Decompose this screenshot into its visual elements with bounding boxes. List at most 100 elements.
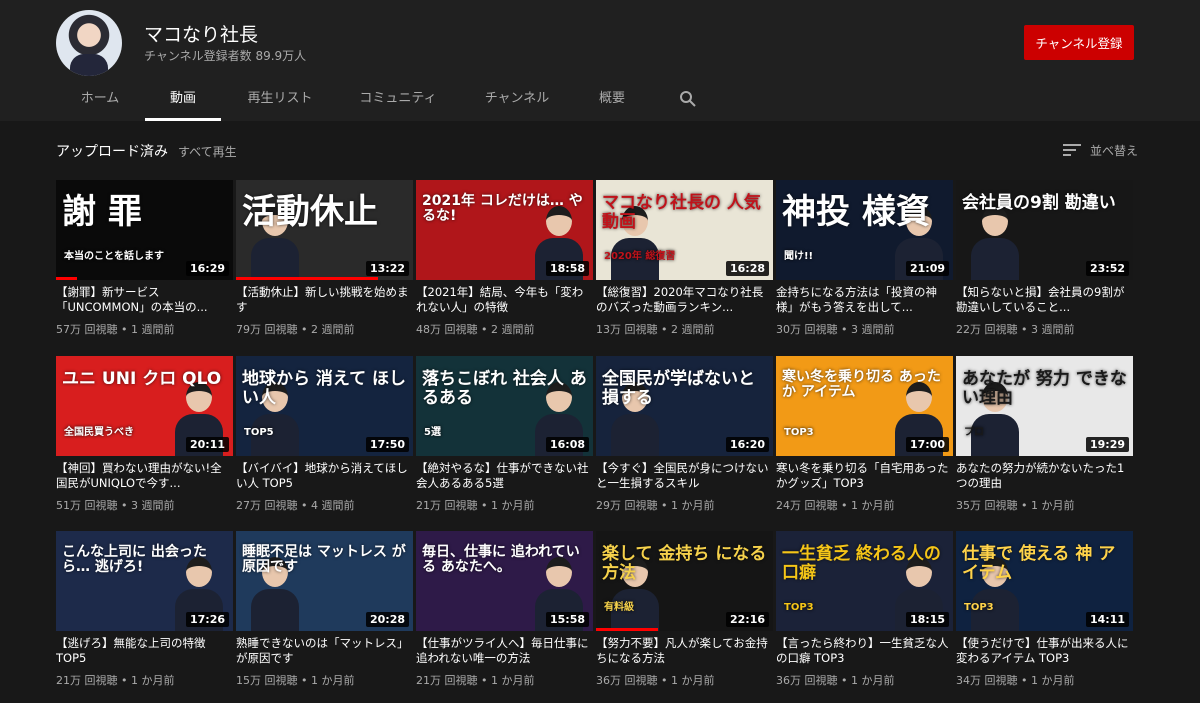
tab-community[interactable]: コミュニティ xyxy=(350,80,446,121)
upload-age: 1 か月前 xyxy=(130,674,175,687)
video-thumbnail[interactable]: 落ちこぼれ 社会人 あるある 5選 16:08 xyxy=(416,356,593,456)
video-metadata: 51万 回視聴 • 3 週間前 xyxy=(56,497,174,513)
video-card[interactable]: マコなり社長の 人気動画 2020年 総復習 16:28 【総復習】2020年マコなり… xyxy=(596,180,773,345)
subscribe-button[interactable]: チャンネル登録 xyxy=(1024,25,1134,60)
video-metadata: 57万 回視聴 • 1 週間前 xyxy=(56,321,174,337)
video-thumbnail[interactable]: 仕事で 使える 神 アイテム TOP3 14:11 xyxy=(956,531,1133,631)
thumbnail-headline: 毎日、仕事に 追われている あなたへ。 xyxy=(422,544,580,576)
video-thumbnail[interactable]: 全国民が学ばないと 損する 16:20 xyxy=(596,356,773,456)
video-title[interactable]: 【謝罪】新サービス「UNCOMMON」の本当の... xyxy=(56,285,233,315)
video-card[interactable]: 地球から 消えて ほしい人 TOP5 17:50 【バイバイ】地球から消えてほしい人 … xyxy=(236,356,413,521)
meta-separator: • xyxy=(657,674,671,687)
video-duration: 22:16 xyxy=(725,612,769,627)
video-title[interactable]: 【逃げろ】無能な上司の特徴TOP5 xyxy=(56,636,233,666)
video-card[interactable]: こんな上司に 出会ったら… 逃げろ! 17:26 【逃げろ】無能な上司の特徴TOP5… xyxy=(56,531,233,696)
video-card[interactable]: 謝 罪本当のことを話します 16:29 【謝罪】新サービス「UNCOMMON」の本当… xyxy=(56,180,233,345)
video-thumbnail[interactable]: 謝 罪本当のことを話します 16:29 xyxy=(56,180,233,280)
video-title[interactable]: 【総復習】2020年マコなり社長のバズった動画ランキン... xyxy=(596,285,773,315)
video-card[interactable]: 仕事で 使える 神 アイテム TOP3 14:11 【使うだけで】仕事が出来る人に変わ… xyxy=(956,531,1133,696)
video-card[interactable]: 一生貧乏 終わる人の 口癖 TOP3 18:15 【言ったら終わり】一生貧乏な人の口癖… xyxy=(776,531,953,696)
video-title[interactable]: 熟睡できないのは「マットレス」が原因です xyxy=(236,636,413,666)
video-thumbnail[interactable]: 毎日、仕事に 追われている あなたへ。 15:58 xyxy=(416,531,593,631)
video-metadata: 22万 回視聴 • 3 週間前 xyxy=(956,321,1074,337)
video-thumbnail[interactable]: 活動休止 13:22 xyxy=(236,180,413,280)
video-card[interactable]: 睡眠不足は マットレス が原因です 20:28 熟睡できないのは「マットレス」が原因… xyxy=(236,531,413,696)
upload-age: 1 か月前 xyxy=(310,674,355,687)
video-title[interactable]: あなたの努力が続かないたった1つの理由 xyxy=(956,461,1133,491)
video-title[interactable]: 【使うだけで】仕事が出来る人に変わるアイテム TOP3 xyxy=(956,636,1133,666)
video-title[interactable]: 【2021年】結局、今年も「変われない人」の特徴 xyxy=(416,285,593,315)
thumbnail-subtext: TOP3 xyxy=(784,602,814,613)
video-title[interactable]: 【言ったら終わり】一生貧乏な人の口癖 TOP3 xyxy=(776,636,953,666)
thumbnail-headline: 地球から 消えて ほしい人 xyxy=(242,369,406,408)
tab-videos[interactable]: 動画 xyxy=(145,80,221,121)
tab-home[interactable]: ホーム xyxy=(70,80,130,121)
channel-tabs: ホーム 動画 再生リスト コミュニティ チャンネル 概要 xyxy=(0,80,1200,121)
video-metadata: 24万 回視聴 • 1 か月前 xyxy=(776,497,894,513)
view-count: 21万 回視聴 xyxy=(56,674,118,687)
watch-progress-bar xyxy=(56,277,78,280)
video-duration: 17:26 xyxy=(185,612,229,627)
upload-age: 1 か月前 xyxy=(490,674,535,687)
video-card[interactable]: ユニ UNI クロ QLO 全国民買うべき 20:11 【神回】買わない理由がない!全… xyxy=(56,356,233,521)
video-metadata: 79万 回視聴 • 2 週間前 xyxy=(236,321,354,337)
shelf-title: アップロード済み xyxy=(56,144,168,160)
video-card[interactable]: 神投 様資 聞け!! 21:09 金持ちになる方法は「投資の神様」がもう答えを出して.… xyxy=(776,180,953,345)
video-thumbnail[interactable]: 神投 様資 聞け!! 21:09 xyxy=(776,180,953,280)
thumbnail-headline: 全国民が学ばないと 損する xyxy=(602,369,755,408)
video-title[interactable]: 【絶対やるな】仕事ができない社会人あるある5選 xyxy=(416,461,593,491)
video-card[interactable]: 活動休止 13:22 【活動休止】新しい挑戦を始めます 79万 回視聴 • 2 週間前 xyxy=(236,180,413,345)
thumbnail-subtext: 本当のことを話します xyxy=(64,251,164,262)
thumbnail-headline: 楽して 金持ち になる方法 xyxy=(602,544,767,583)
upload-age: 4 週間前 xyxy=(310,499,355,512)
video-title[interactable]: 金持ちになる方法は「投資の神様」がもう答えを出して... xyxy=(776,285,953,315)
video-card[interactable]: 2021年 コレだけは… やるな! 18:58 【2021年】結局、今年も「変われな… xyxy=(416,180,593,345)
video-thumbnail[interactable]: 2021年 コレだけは… やるな! 18:58 xyxy=(416,180,593,280)
video-thumbnail[interactable]: マコなり社長の 人気動画 2020年 総復習 16:28 xyxy=(596,180,773,280)
channel-avatar[interactable] xyxy=(56,10,122,76)
play-all-link[interactable]: すべて再生 xyxy=(178,143,237,160)
video-thumbnail[interactable]: 地球から 消えて ほしい人 TOP5 17:50 xyxy=(236,356,413,456)
video-title[interactable]: 【仕事がツライ人へ】毎日仕事に追われない唯一の方法 xyxy=(416,636,593,666)
video-metadata: 30万 回視聴 • 3 週間前 xyxy=(776,321,894,337)
view-count: 36万 回視聴 xyxy=(776,674,838,687)
video-thumbnail[interactable]: 楽して 金持ち になる方法 有料級 22:16 xyxy=(596,531,773,631)
search-icon[interactable] xyxy=(679,90,697,108)
channel-header: マコなり社長 チャンネル登録者数 89.9万人 チャンネル登録 ホーム 動画 再… xyxy=(0,0,1200,121)
tab-about[interactable]: 概要 xyxy=(590,80,634,121)
video-title[interactable]: 【神回】買わない理由がない!全国民がUNIQLOで今す... xyxy=(56,461,233,491)
video-title[interactable]: 【努力不要】凡人が楽してお金持ちになる方法 xyxy=(596,636,773,666)
view-count: 27万 回視聴 xyxy=(236,499,298,512)
video-thumbnail[interactable]: 一生貧乏 終わる人の 口癖 TOP3 18:15 xyxy=(776,531,953,631)
video-metadata: 13万 回視聴 • 2 週間前 xyxy=(596,321,714,337)
video-card[interactable]: 楽して 金持ち になる方法 有料級 22:16 【努力不要】凡人が楽してお金持ちになる… xyxy=(596,531,773,696)
video-thumbnail[interactable]: 睡眠不足は マットレス が原因です 20:28 xyxy=(236,531,413,631)
video-duration: 15:58 xyxy=(545,612,589,627)
upload-age: 2 週間前 xyxy=(310,323,355,336)
upload-age: 3 週間前 xyxy=(850,323,895,336)
tab-channels[interactable]: チャンネル xyxy=(474,80,560,121)
video-thumbnail[interactable]: あなたが 努力 できない理由 プロ 19:29 xyxy=(956,356,1133,456)
video-card[interactable]: 寒い冬を乗り切る あったか アイテム TOP3 17:00 寒い冬を乗り切る「自宅用あ… xyxy=(776,356,953,521)
sort-button[interactable]: 並べ替え xyxy=(1063,140,1138,160)
meta-separator: • xyxy=(477,323,491,336)
video-title[interactable]: 【バイバイ】地球から消えてほしい人 TOP5 xyxy=(236,461,413,491)
upload-age: 1 か月前 xyxy=(850,499,895,512)
video-card[interactable]: あなたが 努力 できない理由 プロ 19:29 あなたの努力が続かないたった1つの理由… xyxy=(956,356,1133,521)
video-card[interactable]: 毎日、仕事に 追われている あなたへ。 15:58 【仕事がツライ人へ】毎日仕事に追… xyxy=(416,531,593,696)
meta-separator: • xyxy=(1017,499,1031,512)
thumbnail-headline: 一生貧乏 終わる人の 口癖 xyxy=(782,544,941,583)
video-title[interactable]: 【今すぐ】全国民が身につけないと一生損するスキル xyxy=(596,461,773,491)
video-thumbnail[interactable]: ユニ UNI クロ QLO 全国民買うべき 20:11 xyxy=(56,356,233,456)
video-thumbnail[interactable]: 寒い冬を乗り切る あったか アイテム TOP3 17:00 xyxy=(776,356,953,456)
video-title[interactable]: 【活動休止】新しい挑戦を始めます xyxy=(236,285,413,315)
video-thumbnail[interactable]: こんな上司に 出会ったら… 逃げろ! 17:26 xyxy=(56,531,233,631)
video-card[interactable]: 落ちこぼれ 社会人 あるある 5選 16:08 【絶対やるな】仕事ができない社会人ある… xyxy=(416,356,593,521)
video-thumbnail[interactable]: 会社員の9割 勘違い 23:52 xyxy=(956,180,1133,280)
video-title[interactable]: 寒い冬を乗り切る「自宅用あったかグッズ」TOP3 xyxy=(776,461,953,491)
video-card[interactable]: 全国民が学ばないと 損する 16:20 【今すぐ】全国民が身につけないと一生損するス… xyxy=(596,356,773,521)
video-card[interactable]: 会社員の9割 勘違い 23:52 【知らないと損】会社員の9割が勘違いしていること.… xyxy=(956,180,1133,345)
thumbnail-subtext: TOP5 xyxy=(244,427,274,438)
tab-playlists[interactable]: 再生リスト xyxy=(238,80,322,121)
video-title[interactable]: 【知らないと損】会社員の9割が勘違いしていること... xyxy=(956,285,1133,315)
